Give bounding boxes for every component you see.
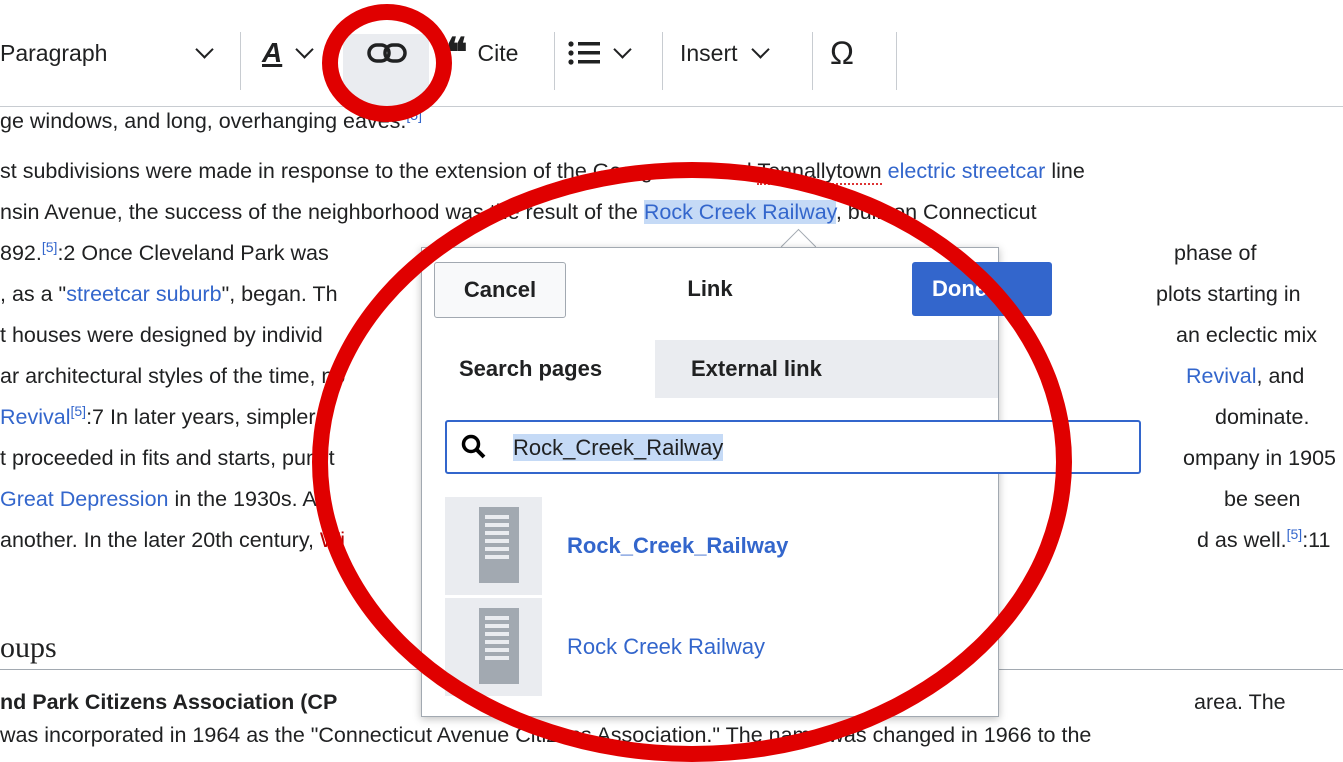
- text-line: t houses were designed by individ: [0, 323, 323, 347]
- link-electric-streetcar[interactable]: electric streetcar: [888, 159, 1046, 183]
- text-line: an eclectic mix: [1176, 323, 1317, 347]
- text-line: Revival[5]:7 In later years, simpler s: [0, 402, 333, 429]
- paragraph-format-dropdown[interactable]: Paragraph: [0, 0, 107, 106]
- list-button[interactable]: [568, 0, 632, 106]
- text-line: Great Depression in the 1930s. As: [0, 487, 328, 511]
- text-line: nd Park Citizens Association (CP: [0, 690, 338, 714]
- cite-button[interactable]: ❝ Cite: [446, 0, 518, 106]
- special-character-button[interactable]: Ω: [830, 0, 854, 106]
- chevron-down-icon: [295, 39, 314, 59]
- citation-link[interactable]: [5]: [71, 403, 87, 419]
- text-line: d as well.[5]:11: [1197, 525, 1331, 552]
- text-line: , as a "streetcar suburb", began. Th: [0, 282, 338, 306]
- chevron-down-icon: [613, 39, 632, 59]
- text-line: Revival, and: [1186, 364, 1305, 388]
- citation-link[interactable]: [5]: [42, 239, 58, 255]
- text-line: plots starting in: [1156, 282, 1301, 306]
- insert-menu[interactable]: Insert: [680, 0, 770, 106]
- annotation-circle-small: [322, 4, 452, 122]
- text-line: another. In the later 20th century, Wi: [0, 528, 345, 552]
- text-line: 892.[5]:2 Once Cleveland Park was: [0, 238, 329, 265]
- link-great-depression[interactable]: Great Depression: [0, 487, 169, 511]
- text-line: ar architectural styles of the time, no: [0, 364, 346, 388]
- chevron-down-icon[interactable]: [195, 0, 214, 106]
- chevron-down-icon: [750, 39, 770, 59]
- citation-link[interactable]: [5]: [1287, 526, 1303, 542]
- link-streetcar-suburb[interactable]: streetcar suburb: [66, 282, 221, 306]
- link-revival-2[interactable]: Revival: [0, 405, 71, 429]
- text-style-button[interactable]: A: [262, 0, 314, 106]
- annotation-circle-large: [312, 162, 1072, 762]
- text-line: dominate.: [1215, 405, 1310, 429]
- list-icon: [568, 41, 600, 65]
- text-style-icon: A: [262, 37, 283, 68]
- text-line: st subdivisions were made in response to…: [0, 159, 1085, 185]
- link-revival[interactable]: Revival: [1186, 364, 1257, 388]
- text-line: t proceeded in fits and starts, punct: [0, 446, 335, 470]
- text-line: ompany in 1905: [1183, 446, 1336, 470]
- text-line: be seen: [1224, 487, 1301, 511]
- text-line: area. The: [1194, 690, 1286, 714]
- text-line: phase of: [1174, 241, 1257, 265]
- editor-toolbar: Paragraph A ❝ Cite Insert Ω: [0, 0, 1343, 107]
